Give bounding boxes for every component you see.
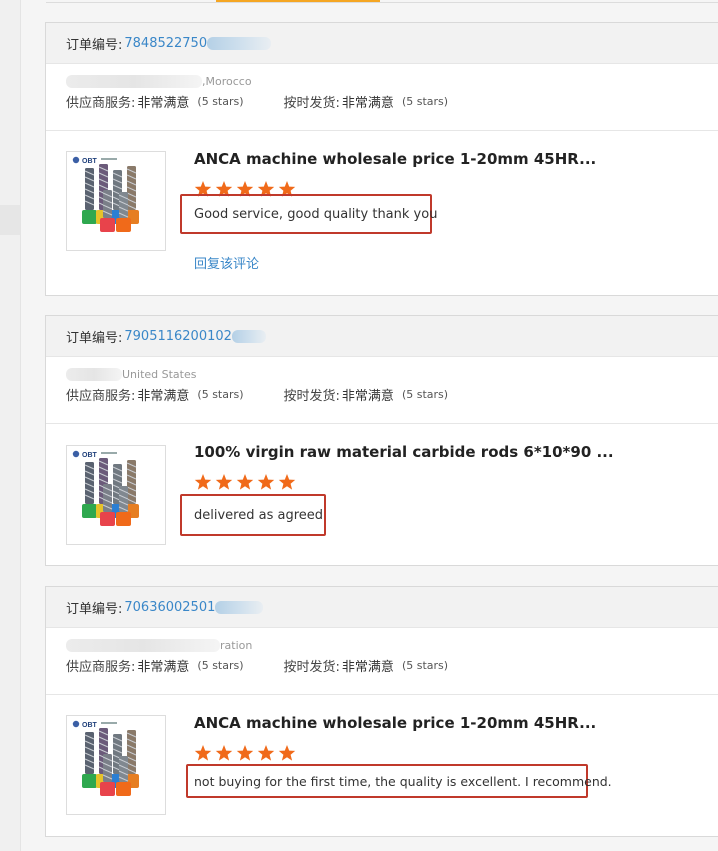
svg-text:OBT: OBT (82, 452, 98, 459)
order-number-label: 订单编号: (66, 37, 123, 53)
buyer-line: United States (66, 357, 699, 381)
on-time-shipping-value: 非常满意 (341, 660, 394, 675)
product-title[interactable]: 100% virgin raw material carbide rods 6*… (194, 443, 614, 461)
redacted-order-suffix (207, 36, 272, 50)
supplier-service-label: 供应商服务: (66, 660, 136, 675)
order-number-link[interactable]: 7905116200102 (124, 329, 232, 344)
review-comment-text: not buying for the first time, the quali… (194, 773, 612, 789)
buyer-location: ration (220, 639, 253, 652)
redacted-buyer-name (66, 75, 202, 88)
review-comment: not buying for the first time, the quali… (186, 764, 612, 798)
on-time-shipping-stars: (5 stars) (401, 388, 449, 401)
order-header: 订单编号: 70636002501 (46, 587, 718, 628)
supplier-service-label: 供应商服务: (66, 389, 136, 404)
product-thumbnail[interactable]: OBT (66, 445, 166, 545)
order-header: 订单编号: 7905116200102 (46, 316, 718, 357)
on-time-shipping-rating: 按时发货: 非常满意 (5 stars) (284, 92, 449, 111)
order-info: United States 供应商服务: 非常满意 (5 stars) 按时发货… (46, 357, 718, 424)
redacted-buyer-name (66, 639, 220, 652)
left-sidebar (0, 0, 21, 851)
star-icon (215, 745, 233, 761)
redacted-buyer-name (66, 368, 122, 381)
on-time-shipping-label: 按时发货: (283, 660, 340, 675)
order-number-label: 订单编号: (66, 601, 123, 617)
star-icon (236, 474, 254, 490)
on-time-shipping-rating: 按时发货: 非常满意 (5 stars) (284, 656, 449, 675)
review-card: 订单编号: 7905116200102 United States 供应商服务:… (45, 315, 718, 566)
on-time-shipping-rating: 按时发货: 非常满意 (5 stars) (284, 385, 449, 404)
svg-text:OBT: OBT (82, 722, 98, 729)
end-mill-cutters-product-icon: OBT (72, 450, 139, 526)
sidebar-tab[interactable] (0, 205, 20, 235)
buyer-line: ration (66, 628, 699, 652)
order-header: 订单编号: 7848522750 (46, 23, 718, 64)
review-comment: Good service, good quality thank you (180, 194, 437, 234)
star-icon (257, 745, 275, 761)
review-comment-text: Good service, good quality thank you (194, 206, 438, 222)
on-time-shipping-label: 按时发货: (283, 389, 340, 404)
supplier-service-value: 非常满意 (137, 660, 190, 675)
rating-summary: 供应商服务: 非常满意 (5 stars) 按时发货: 非常满意 (5 star… (66, 92, 699, 111)
product-title[interactable]: ANCA machine wholesale price 1-20mm 45HR… (194, 714, 596, 732)
product-thumbnail[interactable]: OBT (66, 715, 166, 815)
star-icon (236, 745, 254, 761)
rating-summary: 供应商服务: 非常满意 (5 stars) 按时发货: 非常满意 (5 star… (66, 385, 699, 404)
supplier-service-rating: 供应商服务: 非常满意 (5 stars) (66, 656, 244, 675)
end-mill-cutters-product-icon: OBT (72, 156, 139, 232)
on-time-shipping-stars: (5 stars) (401, 95, 449, 108)
star-icon (194, 745, 212, 761)
product-thumbnail[interactable]: OBT (66, 151, 166, 251)
order-info: ration 供应商服务: 非常满意 (5 stars) 按时发货: 非常满意 … (46, 628, 718, 695)
star-icon (194, 474, 212, 490)
buyer-line: ,Morocco (66, 64, 699, 88)
top-tab-strip (46, 0, 718, 3)
star-icon (257, 474, 275, 490)
supplier-service-stars: (5 stars) (197, 388, 244, 401)
supplier-service-value: 非常满意 (137, 389, 190, 404)
review-card: 订单编号: 7848522750 ,Morocco 供应商服务: 非常满意 (5… (45, 22, 718, 296)
rating-summary: 供应商服务: 非常满意 (5 stars) 按时发货: 非常满意 (5 star… (66, 656, 699, 675)
on-time-shipping-value: 非常满意 (341, 389, 394, 404)
supplier-service-value: 非常满意 (137, 96, 190, 111)
order-number-link[interactable]: 70636002501 (124, 600, 215, 615)
star-icon (215, 474, 233, 490)
supplier-service-rating: 供应商服务: 非常满意 (5 stars) (66, 92, 244, 111)
review-card: 订单编号: 70636002501 ration 供应商服务: 非常满意 (5 … (45, 586, 718, 837)
order-number-link[interactable]: 7848522750 (124, 36, 207, 51)
tab-divider (46, 2, 718, 3)
redacted-order-suffix (231, 329, 266, 343)
star-rating (194, 473, 296, 491)
order-number-label: 订单编号: (66, 330, 123, 346)
buyer-location: ,Morocco (202, 75, 252, 88)
on-time-shipping-value: 非常满意 (341, 96, 394, 111)
star-icon (278, 745, 296, 761)
star-rating (194, 744, 296, 762)
reply-link[interactable]: 回复该评论 (194, 253, 259, 272)
svg-text:OBT: OBT (82, 158, 98, 165)
supplier-service-stars: (5 stars) (197, 95, 244, 108)
order-info: ,Morocco 供应商服务: 非常满意 (5 stars) 按时发货: 非常满… (46, 64, 718, 131)
supplier-service-rating: 供应商服务: 非常满意 (5 stars) (66, 385, 244, 404)
buyer-location: United States (122, 368, 197, 381)
end-mill-cutters-product-icon: OBT (72, 720, 139, 796)
star-icon (278, 474, 296, 490)
on-time-shipping-label: 按时发货: (283, 96, 340, 111)
review-comment-text: delivered as agreed (194, 507, 324, 523)
review-comment: delivered as agreed (180, 494, 326, 536)
redacted-order-suffix (215, 600, 264, 614)
supplier-service-label: 供应商服务: (66, 96, 136, 111)
supplier-service-stars: (5 stars) (197, 659, 244, 672)
on-time-shipping-stars: (5 stars) (401, 659, 449, 672)
product-title[interactable]: ANCA machine wholesale price 1-20mm 45HR… (194, 150, 596, 168)
